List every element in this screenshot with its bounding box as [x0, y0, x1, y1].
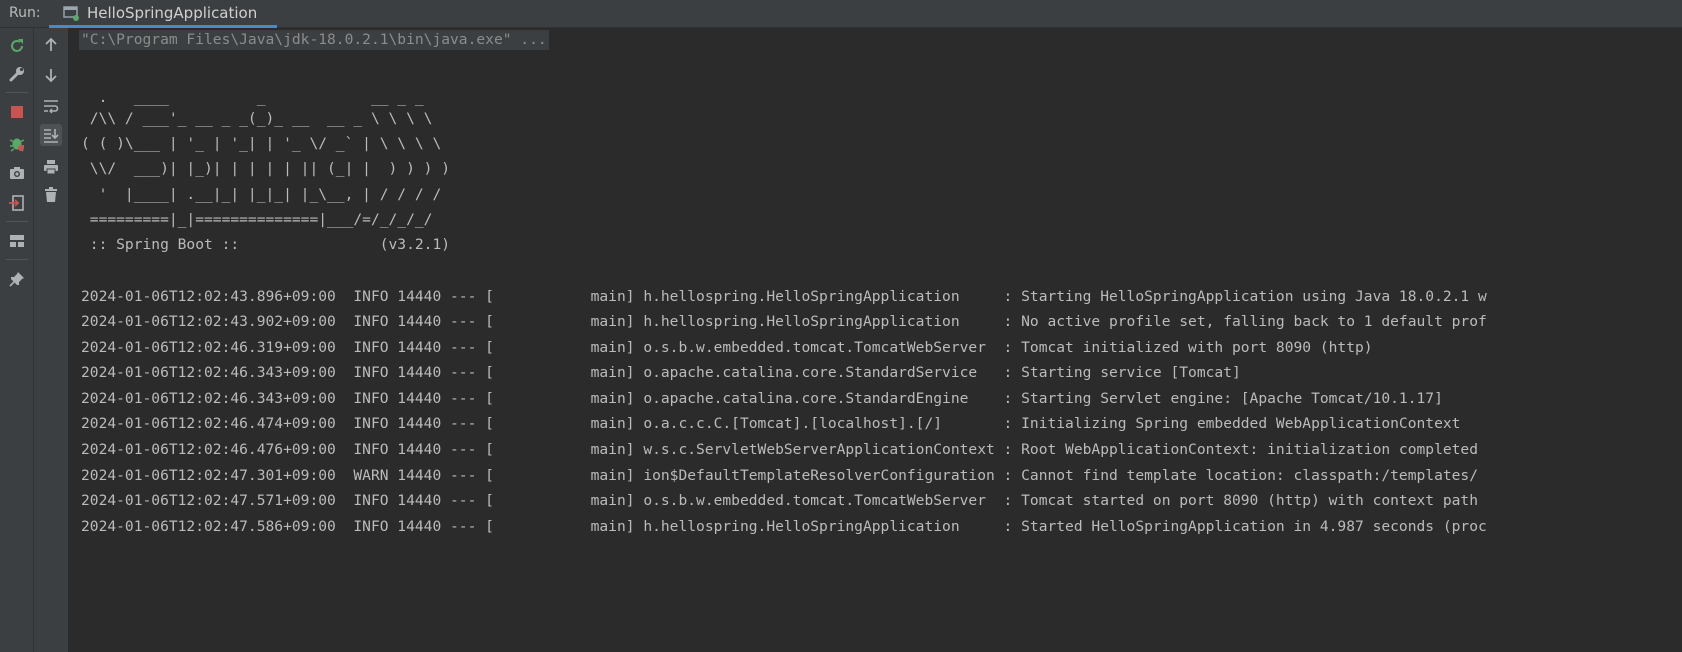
toolbar-separator	[6, 92, 28, 93]
tab-label: HelloSpringApplication	[87, 4, 258, 22]
application-icon	[63, 5, 79, 21]
log-line-warn: 2024-01-06T12:02:47.301+09:00 WARN 14440…	[81, 467, 1479, 484]
rerun-icon[interactable]	[6, 35, 28, 57]
console-output[interactable]: "C:\Program Files\Java\jdk-18.0.2.1\bin\…	[69, 28, 1682, 652]
scroll-to-end-icon[interactable]	[40, 124, 62, 146]
print-icon[interactable]	[40, 156, 62, 178]
log-line: 2024-01-06T12:02:46.343+09:00 INFO 14440…	[81, 364, 1241, 381]
log-line: 2024-01-06T12:02:46.343+09:00 INFO 14440…	[81, 390, 1443, 407]
banner-line: ( ( )\___ | '_ | '_| | '_ \/ _` | \ \ \ …	[81, 135, 442, 152]
command-line: "C:\Program Files\Java\jdk-18.0.2.1\bin\…	[79, 30, 549, 50]
arrow-down-icon[interactable]	[40, 64, 62, 86]
banner-line: . ____ _ __ _ _	[81, 89, 424, 106]
toolbar-separator	[6, 221, 28, 222]
layout-icon[interactable]	[6, 230, 28, 252]
banner-line: =========|_|==============|___/=/_/_/_/	[81, 211, 433, 228]
camera-icon[interactable]	[6, 162, 28, 184]
stop-icon[interactable]	[6, 101, 28, 123]
banner-line: /\\ / ___'_ __ _ _(_)_ __ __ _ \ \ \ \	[81, 110, 433, 127]
debug-icon[interactable]	[6, 132, 28, 154]
log-line: 2024-01-06T12:02:46.476+09:00 INFO 14440…	[81, 441, 1479, 458]
trash-icon[interactable]	[40, 184, 62, 206]
log-line: 2024-01-06T12:02:43.902+09:00 INFO 14440…	[81, 313, 1487, 330]
login-icon[interactable]	[6, 192, 28, 214]
log-line: 2024-01-06T12:02:47.571+09:00 INFO 14440…	[81, 492, 1479, 509]
log-line: 2024-01-06T12:02:46.474+09:00 INFO 14440…	[81, 415, 1461, 432]
log-line: 2024-01-06T12:02:43.896+09:00 INFO 14440…	[81, 288, 1487, 305]
banner-version-line: :: Spring Boot :: (v3.2.1)	[81, 236, 451, 253]
run-actions-toolbar	[0, 28, 34, 652]
arrow-up-icon[interactable]	[40, 34, 62, 56]
log-line: 2024-01-06T12:02:46.319+09:00 INFO 14440…	[81, 339, 1373, 356]
pin-icon[interactable]	[6, 268, 28, 290]
wrench-icon[interactable]	[6, 63, 28, 85]
tab-hello-spring-application[interactable]: HelloSpringApplication	[49, 0, 277, 28]
toolbar-separator	[6, 259, 28, 260]
run-toolwindow-header: Run: HelloSpringApplication	[0, 0, 1682, 28]
banner-line: \\/ ___)| |_)| | | | | || (_| | ) ) ) )	[81, 160, 451, 177]
soft-wrap-icon[interactable]	[40, 95, 62, 117]
run-label: Run:	[9, 5, 41, 21]
console-actions-toolbar	[34, 28, 69, 652]
banner-line: ' |____| .__|_| |_|_| |_\__, | / / / /	[81, 186, 442, 203]
log-line: 2024-01-06T12:02:47.586+09:00 INFO 14440…	[81, 518, 1487, 535]
